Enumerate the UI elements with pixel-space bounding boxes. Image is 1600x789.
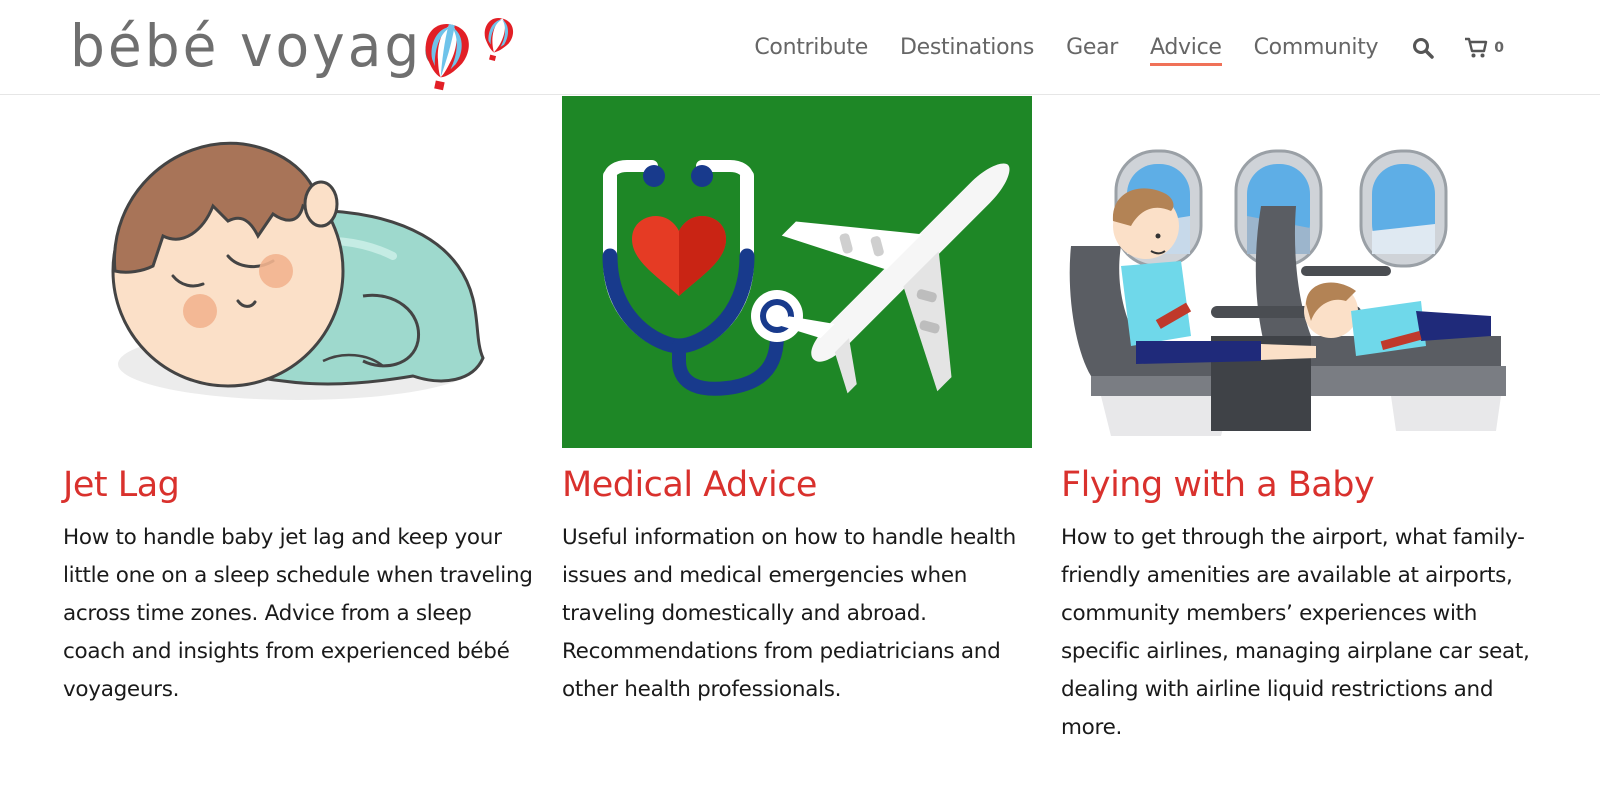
nav-community[interactable]: Community (1254, 30, 1379, 66)
card-jet-lag: Jet Lag How to handle baby jet lag and k… (63, 96, 533, 709)
card-medical-advice: Medical Advice Useful information on how… (562, 96, 1032, 709)
card-title-medical-advice[interactable]: Medical Advice (562, 463, 1032, 507)
card-title-flying-with-baby[interactable]: Flying with a Baby (1061, 463, 1531, 507)
search-icon[interactable] (1412, 37, 1434, 59)
card-title-jet-lag[interactable]: Jet Lag (63, 463, 533, 507)
airplane-seats-image[interactable] (1061, 96, 1531, 448)
stethoscope-airplane-image[interactable] (562, 96, 1032, 448)
nav-contribute[interactable]: Contribute (754, 30, 868, 66)
nav-advice[interactable]: Advice (1150, 30, 1222, 66)
card-text-jet-lag: How to handle baby jet lag and keep your… (63, 525, 533, 702)
cart-icon (1465, 37, 1488, 58)
logo-text: bébé voyage (70, 11, 460, 80)
cart-count: 0 (1494, 40, 1504, 56)
card-text-flying-with-baby: How to get through the airport, what fam… (1061, 525, 1530, 740)
card-text-medical-advice: Useful information on how to handle heal… (562, 525, 1016, 702)
nav-gear[interactable]: Gear (1066, 30, 1118, 66)
site-header: bébé voyage Contribute Destinations Gear… (0, 0, 1600, 95)
balloon-logo-icon (425, 18, 514, 91)
main-nav: Contribute Destinations Gear Advice Comm… (722, 30, 1504, 66)
nav-destinations[interactable]: Destinations (900, 30, 1034, 66)
cart-button[interactable]: 0 (1464, 37, 1504, 59)
sleeping-baby-image[interactable] (63, 96, 533, 448)
card-flying-with-baby: Flying with a Baby How to get through th… (1061, 96, 1531, 747)
window-3 (1359, 149, 1448, 268)
site-logo[interactable]: bébé voyage (70, 6, 514, 91)
